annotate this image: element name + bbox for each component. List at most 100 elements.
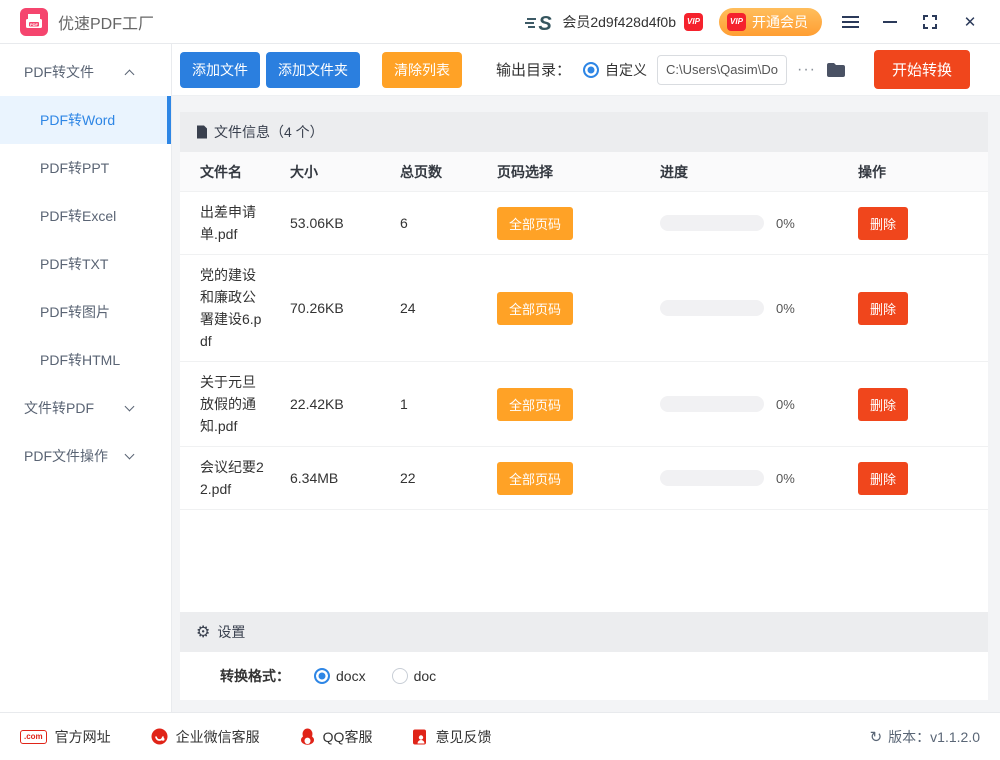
vip-badge-icon: VIP [684, 13, 703, 31]
table-row: 党的建设和廉政公署建设6.pdf 70.26KB 24 全部页码 0% 删除 [180, 255, 988, 362]
progress-bar [660, 470, 764, 486]
sidebar-group-file-to-pdf[interactable]: 文件转PDF [0, 384, 171, 432]
progress-percent: 0% [776, 397, 795, 412]
table-header: 文件名 大小 总页数 页码选择 进度 操作 [180, 152, 988, 192]
settings-title: 设置 [217, 622, 245, 642]
footer: .com 官方网址 企业微信客服 QQ客服 意 [0, 712, 1000, 760]
file-pages: 24 [400, 291, 497, 325]
file-name: 关于元旦放假的通知.pdf [180, 362, 280, 446]
sidebar-item-pdf-to-ppt[interactable]: PDF转PPT [0, 144, 171, 192]
svg-text:S: S [539, 13, 553, 33]
custom-dir-radio[interactable]: 自定义 [583, 60, 647, 80]
official-site-link[interactable]: .com 官方网址 [20, 727, 111, 747]
sidebar-group-pdf-to-file[interactable]: PDF转文件 [0, 48, 171, 96]
toolbar: 添加文件 添加文件夹 清除列表 输出目录： 自定义 ··· 开始转换 [172, 44, 1000, 96]
file-size: 6.34MB [290, 461, 400, 495]
file-info-header: 文件信息（4 个） [180, 112, 988, 152]
sidebar-item-pdf-to-word[interactable]: PDF转Word [0, 96, 171, 144]
chevron-up-icon [125, 69, 135, 79]
member-info[interactable]: S 会员2d9f428d4f0b VIP [524, 11, 703, 33]
sidebar-item-label: PDF转Excel [40, 206, 116, 226]
wechat-icon [151, 728, 168, 745]
sidebar-item-pdf-to-html[interactable]: PDF转HTML [0, 336, 171, 384]
page-select-button[interactable]: 全部页码 [497, 207, 573, 240]
sidebar-item-pdf-to-excel[interactable]: PDF转Excel [0, 192, 171, 240]
page-select-button[interactable]: 全部页码 [497, 462, 573, 495]
file-size: 70.26KB [290, 291, 400, 325]
hamburger-icon [842, 16, 859, 28]
chevron-down-icon [125, 450, 135, 460]
column-header: 页码选择 [497, 153, 660, 191]
vip-icon: VIP [727, 13, 746, 31]
qq-support-link[interactable]: QQ客服 [300, 727, 373, 747]
add-folder-button[interactable]: 添加文件夹 [266, 52, 360, 88]
delete-button[interactable]: 删除 [858, 388, 908, 421]
content-area: 文件信息（4 个） 文件名 大小 总页数 页码选择 进度 操作 出差申请单.pd… [172, 96, 1000, 712]
file-pages: 22 [400, 461, 497, 495]
app-title: 优速PDF工厂 [58, 10, 154, 34]
start-convert-button[interactable]: 开始转换 [874, 50, 970, 89]
custom-dir-label: 自定义 [605, 60, 647, 80]
file-name: 出差申请单.pdf [180, 192, 280, 254]
folder-icon [826, 62, 846, 78]
feedback-icon [412, 729, 427, 745]
group-label: PDF文件操作 [24, 446, 108, 466]
open-folder-button[interactable] [826, 62, 846, 78]
file-size: 53.06KB [290, 206, 400, 240]
sidebar-item-pdf-to-txt[interactable]: PDF转TXT [0, 240, 171, 288]
maximize-button[interactable] [918, 10, 942, 34]
file-info-title: 文件信息（4 个） [214, 122, 324, 142]
browse-more-button[interactable]: ··· [793, 59, 820, 81]
progress-bar [660, 396, 764, 412]
app-brand: PDF 优速PDF工厂 [20, 8, 154, 36]
format-doc-radio[interactable]: doc [392, 668, 437, 684]
minimize-icon [883, 21, 897, 23]
group-label: PDF转文件 [24, 62, 94, 82]
sidebar-item-label: PDF转图片 [40, 302, 110, 322]
table-row: 会议纪要22.pdf 6.34MB 22 全部页码 0% 删除 [180, 447, 988, 510]
table-row: 出差申请单.pdf 53.06KB 6 全部页码 0% 删除 [180, 192, 988, 255]
sidebar-item-pdf-to-image[interactable]: PDF转图片 [0, 288, 171, 336]
radio-checked-icon [583, 62, 599, 78]
open-vip-button[interactable]: VIP 开通会员 [719, 8, 822, 36]
progress-percent: 0% [776, 471, 795, 486]
qq-support-label: QQ客服 [323, 727, 373, 747]
maximize-icon [923, 15, 937, 29]
member-id-label: 会员2d9f428d4f0b [562, 12, 676, 32]
refresh-icon[interactable]: ↻ [870, 728, 883, 746]
format-label: 转换格式： [220, 666, 290, 686]
progress-percent: 0% [776, 301, 795, 316]
sidebar-group-pdf-operations[interactable]: PDF文件操作 [0, 432, 171, 480]
clear-list-button[interactable]: 清除列表 [382, 52, 462, 88]
progress-bar [660, 300, 764, 316]
settings-body: 转换格式： docx doc [180, 652, 988, 700]
column-header: 操作 [858, 153, 988, 191]
dot-com-icon: .com [20, 730, 47, 744]
user-avatar-icon: S [524, 11, 554, 33]
file-panel: 文件信息（4 个） 文件名 大小 总页数 页码选择 进度 操作 出差申请单.pd… [180, 112, 988, 700]
page-select-button[interactable]: 全部页码 [497, 292, 573, 325]
delete-button[interactable]: 删除 [858, 292, 908, 325]
column-header: 文件名 [180, 153, 290, 191]
app-window: PDF 优速PDF工厂 S 会员2d9f428d4f0b VIP VIP 开通会… [0, 0, 1000, 760]
output-path-input[interactable] [657, 55, 787, 85]
titlebar: PDF 优速PDF工厂 S 会员2d9f428d4f0b VIP VIP 开通会… [0, 0, 1000, 44]
add-file-button[interactable]: 添加文件 [180, 52, 260, 88]
official-site-label: 官方网址 [55, 727, 111, 747]
minimize-button[interactable] [878, 10, 902, 34]
menu-button[interactable] [838, 10, 862, 34]
output-dir-label: 输出目录： [496, 59, 571, 80]
feedback-link[interactable]: 意见反馈 [412, 727, 491, 747]
page-select-button[interactable]: 全部页码 [497, 388, 573, 421]
group-label: 文件转PDF [24, 398, 94, 418]
chevron-down-icon [125, 402, 135, 412]
qq-icon [300, 728, 315, 745]
radio-unchecked-icon [392, 668, 408, 684]
file-pages: 6 [400, 206, 497, 240]
wechat-support-link[interactable]: 企业微信客服 [151, 727, 260, 747]
close-button[interactable]: ✕ [958, 10, 982, 34]
delete-button[interactable]: 删除 [858, 462, 908, 495]
delete-button[interactable]: 删除 [858, 207, 908, 240]
wechat-support-label: 企业微信客服 [176, 727, 260, 747]
format-docx-radio[interactable]: docx [314, 668, 366, 684]
